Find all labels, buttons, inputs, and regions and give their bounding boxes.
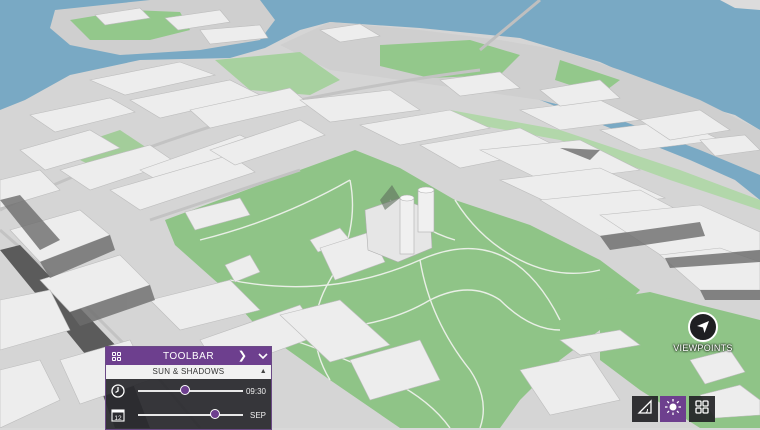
time-slider[interactable] [138, 385, 243, 395]
tower-right [417, 189, 435, 233]
section-title: SUN & SHADOWS [152, 367, 225, 376]
navigation-arrow-icon[interactable] [688, 312, 718, 342]
toolbar-panel: TOOLBAR ❯ SUN & SHADOWS ▲ 09:30 12 SEP [105, 346, 272, 430]
grid-icon [694, 399, 710, 420]
date-slider-knob[interactable] [209, 409, 220, 419]
tower-left [399, 197, 415, 255]
caret-up-icon[interactable]: ▲ [260, 365, 267, 379]
date-slider[interactable] [138, 409, 243, 419]
viewpoints-label: VIEWPOINTS [673, 343, 733, 353]
viewpoints-button[interactable]: VIEWPOINTS [670, 312, 736, 353]
section-sun-shadows[interactable]: SUN & SHADOWS ▲ [106, 365, 271, 379]
time-row: 09:30 [106, 379, 271, 403]
toolbar-header[interactable]: TOOLBAR ❯ [106, 347, 271, 365]
sun-shadows-button[interactable] [660, 396, 686, 422]
measure-button[interactable] [632, 396, 658, 422]
time-value: 09:30 [245, 386, 266, 396]
date-row: 12 SEP [106, 403, 271, 427]
chevron-right-icon[interactable]: ❯ [238, 349, 247, 362]
clock-icon [111, 384, 125, 398]
apps-button[interactable] [689, 396, 715, 422]
sun-icon [664, 398, 682, 421]
calendar-icon: 12 [111, 408, 125, 422]
time-slider-knob[interactable] [180, 385, 191, 395]
measure-angle-icon [637, 398, 653, 420]
calendar-day: 12 [114, 415, 122, 422]
date-value: SEP [249, 410, 266, 420]
